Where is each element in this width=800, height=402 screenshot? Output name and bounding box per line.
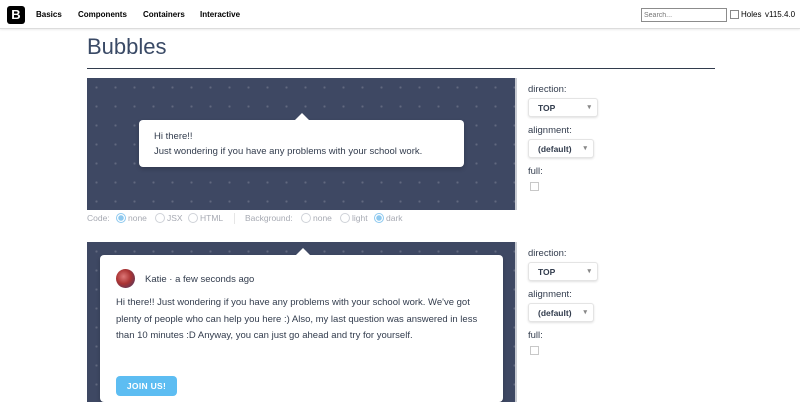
background-option-light: light [352, 213, 368, 223]
nav-containers[interactable]: Containers [143, 10, 185, 19]
holes-checkbox[interactable] [730, 10, 739, 19]
title-divider [87, 68, 715, 69]
code-radio-jsx[interactable] [155, 213, 165, 223]
author-separator: · [169, 274, 173, 285]
avatar [116, 269, 135, 288]
alignment-label: alignment: [528, 289, 572, 300]
author-line: Katie · a few seconds ago [145, 272, 254, 289]
alignment-value: (default) [538, 144, 572, 154]
top-bar: B Basics Components Containers Interacti… [0, 0, 800, 29]
alignment-select[interactable]: (default) ▾ [528, 303, 594, 322]
bubble-simple: Hi there!! Just wondering if you have an… [139, 113, 464, 167]
direction-select[interactable]: TOP ▾ [528, 262, 598, 281]
bubble-line-2: Just wondering if you have any problems … [154, 146, 423, 157]
join-us-button[interactable]: JOIN US! [116, 376, 177, 396]
direction-value: TOP [538, 267, 556, 277]
alignment-value: (default) [538, 308, 572, 318]
code-label: Code: [87, 213, 110, 223]
post-time: a few seconds ago [175, 274, 255, 285]
direction-label: direction: [528, 248, 567, 259]
background-radio-light[interactable] [340, 213, 350, 223]
alignment-select[interactable]: (default) ▾ [528, 139, 594, 158]
bubble-line-1: Hi there!! [154, 131, 193, 142]
holes-label: Holes [741, 10, 762, 19]
author-name: Katie [145, 274, 167, 285]
page-title: Bubbles [87, 34, 167, 59]
chevron-down-icon: ▾ [583, 309, 587, 316]
alignment-label: alignment: [528, 125, 572, 136]
full-checkbox[interactable] [530, 182, 539, 191]
background-radio-none[interactable] [301, 213, 311, 223]
direction-select[interactable]: TOP ▾ [528, 98, 598, 117]
nav-basics[interactable]: Basics [36, 10, 62, 19]
code-radio-html[interactable] [188, 213, 198, 223]
background-radio-dark[interactable] [374, 213, 384, 223]
full-label: full: [528, 330, 543, 341]
example-stage-1: Hi there!! Just wondering if you have an… [87, 78, 517, 210]
chevron-down-icon: ▾ [583, 145, 587, 152]
background-label: Background: [245, 213, 293, 223]
bubble-with-author: Katie · a few seconds ago Hi there!! Jus… [100, 248, 503, 402]
brand-logo[interactable]: B [7, 6, 25, 24]
code-option-html: HTML [200, 213, 224, 223]
chevron-down-icon: ▾ [587, 104, 591, 111]
nav-components[interactable]: Components [78, 10, 127, 19]
chevron-down-icon: ▾ [587, 268, 591, 275]
background-option-dark: dark [386, 213, 403, 223]
example-stage-2: Katie · a few seconds ago Hi there!! Jus… [87, 242, 517, 402]
full-checkbox[interactable] [530, 346, 539, 355]
background-option-none: none [313, 213, 332, 223]
nav-interactive[interactable]: Interactive [200, 10, 240, 19]
direction-value: TOP [538, 103, 556, 113]
code-radio-none[interactable] [116, 213, 126, 223]
search-input[interactable] [641, 8, 727, 22]
code-option-none: none [128, 213, 147, 223]
direction-label: direction: [528, 84, 567, 95]
version-label: v115.4.0 [765, 10, 796, 19]
full-label: full: [528, 166, 543, 177]
code-option-jsx: JSX [167, 213, 183, 223]
bubble-message: Hi there!! Just wondering if you have an… [116, 297, 478, 341]
divider [234, 213, 235, 224]
